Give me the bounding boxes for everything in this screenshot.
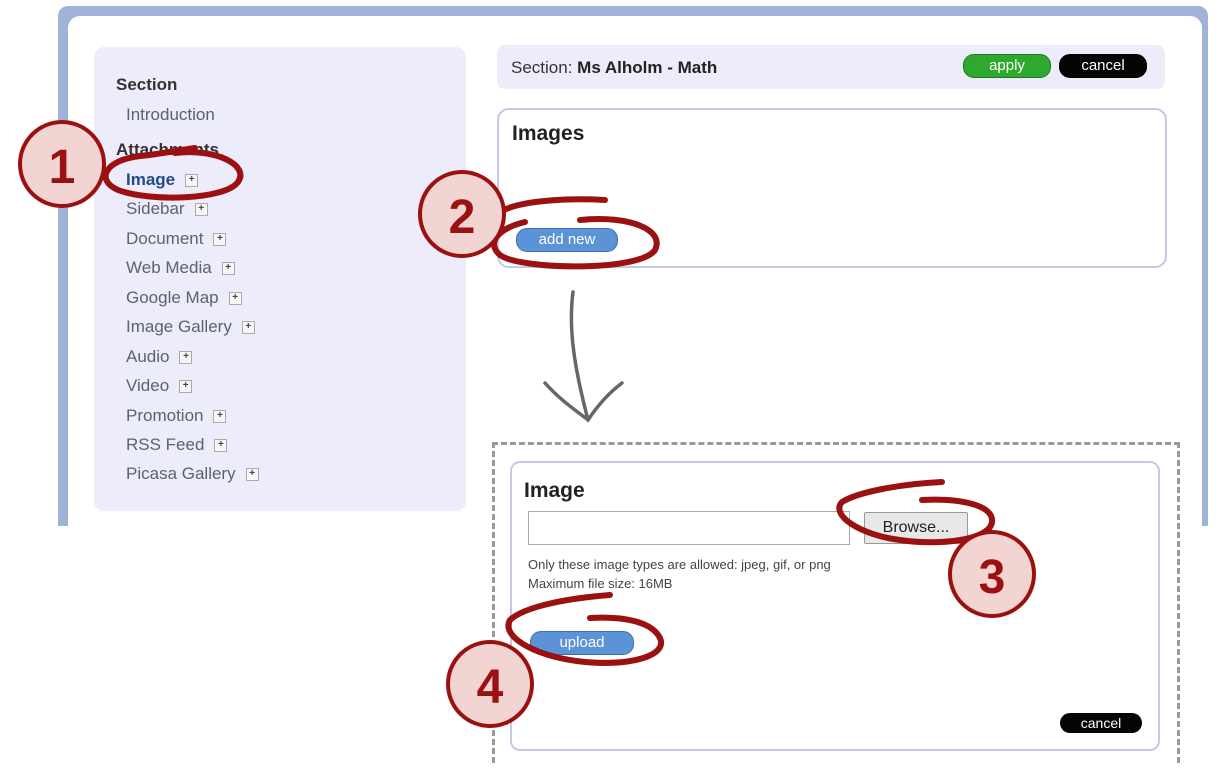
sidebar-item-label: Google Map [126, 288, 219, 307]
images-panel-title: Images [512, 122, 585, 145]
image-panel-title: Image [524, 479, 585, 502]
expand-icon[interactable]: + [241, 320, 255, 334]
sidebar-item-promotion[interactable]: Promotion + [126, 406, 227, 426]
sidebar-item-label: Audio [126, 347, 170, 366]
sidebar-item-document[interactable]: Document + [126, 229, 227, 249]
expand-icon[interactable]: + [214, 438, 228, 452]
image-upload-panel: Image Browse... Only these image types a… [510, 461, 1160, 751]
sidebar-item-label: Document [126, 229, 204, 248]
sidebar-item-label: Image Gallery [126, 317, 232, 336]
sidebar-item-label: Web Media [126, 258, 212, 277]
step-badge-3: 3 [948, 530, 1036, 618]
sidebar-item-audio[interactable]: Audio + [126, 347, 193, 367]
expand-icon[interactable]: + [213, 409, 227, 423]
sidebar-item-label: RSS Feed [126, 435, 205, 454]
cancel-upload-button[interactable]: cancel [1060, 713, 1142, 733]
sidebar-item-label: Promotion [126, 406, 204, 425]
expand-icon[interactable]: + [185, 173, 199, 187]
add-new-button[interactable]: add new [516, 228, 618, 252]
step-badge-4: 4 [446, 640, 534, 728]
sidebar-item-label: Picasa Gallery [126, 464, 236, 483]
sidebar-item-image[interactable]: Image + [126, 170, 199, 190]
sidebar-item-web-media[interactable]: Web Media + [126, 258, 235, 278]
file-path-input[interactable] [528, 511, 850, 545]
expand-icon[interactable]: + [221, 261, 235, 275]
sidebar-item-label: Image [126, 170, 176, 189]
sidebar-item-label: Sidebar [126, 199, 185, 218]
step-badge-2: 2 [418, 170, 506, 258]
step-badge-1: 1 [18, 120, 106, 208]
section-label: Section: [511, 58, 573, 77]
section-title: Section: Ms Alholm - Math [511, 58, 717, 78]
section-name: Ms Alholm - Math [577, 58, 718, 77]
sidebar-item-picasa-gallery[interactable]: Picasa Gallery + [126, 464, 259, 484]
section-header: Section: Ms Alholm - Math apply cancel [497, 45, 1165, 89]
expand-icon[interactable]: + [228, 291, 242, 305]
expand-icon[interactable]: + [179, 379, 193, 393]
sidebar-item-label: Video [126, 376, 170, 395]
upload-button[interactable]: upload [530, 631, 634, 655]
expand-icon[interactable]: + [194, 202, 208, 216]
attachments-heading: Attachments [116, 140, 219, 159]
sidebar: Section Introduction Attachments Image +… [94, 47, 466, 511]
apply-button[interactable]: apply [963, 54, 1051, 78]
allowed-types-hint: Only these image types are allowed: jpeg… [528, 557, 831, 572]
expand-icon[interactable]: + [179, 350, 193, 364]
sidebar-item-video[interactable]: Video + [126, 376, 193, 396]
cancel-button[interactable]: cancel [1059, 54, 1147, 78]
expand-icon[interactable]: + [245, 467, 259, 481]
sidebar-item-label: Introduction [126, 105, 215, 124]
sidebar-item-google-map[interactable]: Google Map + [126, 288, 242, 308]
browse-button[interactable]: Browse... [864, 512, 968, 544]
sidebar-item-introduction[interactable]: Introduction [126, 105, 215, 125]
expand-icon[interactable]: + [213, 232, 227, 246]
sidebar-item-image-gallery[interactable]: Image Gallery + [126, 317, 255, 337]
sidebar-item-rss-feed[interactable]: RSS Feed + [126, 435, 228, 455]
images-panel: Images add new [497, 108, 1167, 268]
section-heading: Section [116, 75, 178, 94]
sidebar-item-sidebar[interactable]: Sidebar + [126, 199, 208, 219]
max-size-hint: Maximum file size: 16MB [528, 576, 673, 591]
